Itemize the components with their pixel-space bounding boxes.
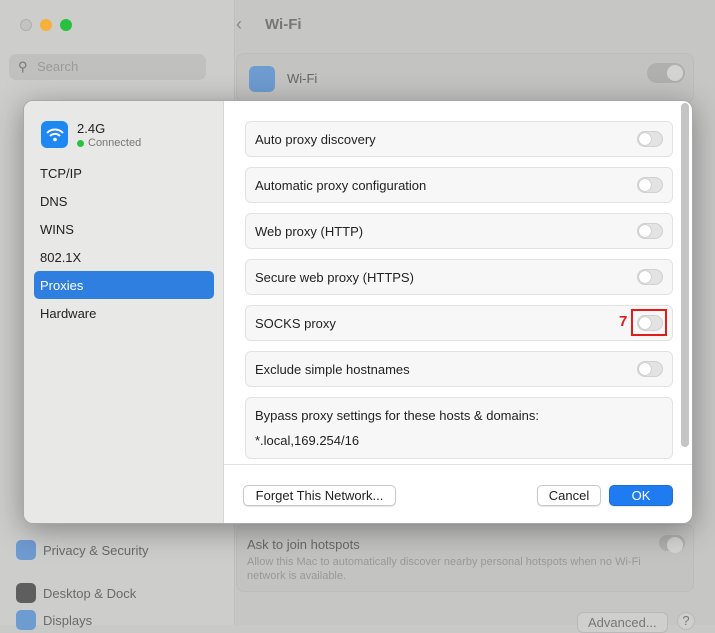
back-chevron-icon[interactable]: ‹ [236,14,242,35]
proxy-row-auto-discovery: Auto proxy discovery [245,121,673,157]
tab-dns[interactable]: DNS [34,187,214,215]
dialog-sidebar: 2.4G Connected TCP/IP DNS WINS 802.1X Pr… [24,101,224,523]
cancel-button[interactable]: Cancel [537,485,601,506]
tab-8021x[interactable]: 802.1X [34,243,214,271]
ok-button[interactable]: OK [609,485,673,506]
sidebar-item-label: Desktop & Dock [43,585,137,601]
network-details-dialog: 2.4G Connected TCP/IP DNS WINS 802.1X Pr… [23,100,693,524]
minimize-window-button[interactable] [40,19,52,31]
status-dot-icon [77,139,84,147]
wifi-icon [249,66,275,92]
footer-divider [224,464,692,465]
tab-tcpip[interactable]: TCP/IP [34,159,214,187]
scrollbar[interactable] [681,103,689,447]
proxy-row-socks: SOCKS proxy [245,305,673,341]
row-label: Exclude simple hostnames [255,362,410,377]
page-title: Wi-Fi [265,16,302,33]
hotspot-title: Ask to join hotspots [247,537,360,552]
status-text: Connected [88,137,142,149]
network-name: 2.4G [77,121,106,136]
row-label: Automatic proxy configuration [255,178,427,193]
annotation-number: 7 [619,313,628,330]
row-label: SOCKS proxy [255,316,336,331]
proxy-row-http: Web proxy (HTTP) [245,213,673,249]
wifi-card: Wi-Fi [236,53,694,103]
sidebar-item-privacy[interactable]: Privacy & Security [16,540,148,560]
exclude-simple-hostnames-toggle[interactable] [637,361,663,377]
proxy-row-auto-config: Automatic proxy configuration [245,167,673,203]
secure-web-proxy-toggle[interactable] [637,269,663,285]
hotspot-card: Ask to join hotspots Allow this Mac to a… [236,524,694,592]
annotation-box [631,309,667,336]
dock-icon [16,583,36,603]
wifi-toggle[interactable] [647,63,685,83]
network-status: Connected [77,137,141,149]
help-button[interactable]: ? [677,612,695,630]
sidebar-item-label: Displays [43,612,93,628]
search-placeholder: Search [37,59,79,74]
sidebar-item-desktop[interactable]: Desktop & Dock [16,583,136,603]
forget-network-button[interactable]: Forget This Network... [243,485,396,506]
zoom-window-button[interactable] [60,19,72,31]
proxy-row-exclude: Exclude simple hostnames [245,351,673,387]
bypass-input[interactable]: *.local,169.254/16 [255,433,663,448]
hotspot-toggle[interactable] [659,535,685,553]
row-label: Auto proxy discovery [255,132,376,147]
close-window-button[interactable] [20,19,32,31]
row-label: Web proxy (HTTP) [255,224,364,239]
hand-icon [16,540,36,560]
search-icon: ⚲ [18,59,28,74]
wifi-label: Wi-Fi [287,71,318,86]
hotspot-description: Allow this Mac to automatically discover… [247,556,641,582]
tab-hardware[interactable]: Hardware [34,299,214,327]
tab-wins[interactable]: WINS [34,215,214,243]
row-label: Secure web proxy (HTTPS) [255,270,414,285]
proxy-row-https: Secure web proxy (HTTPS) [245,259,673,295]
bypass-label: Bypass proxy settings for these hosts & … [255,408,539,423]
search-input[interactable]: ⚲ Search [9,54,206,80]
advanced-button[interactable]: Advanced... [577,612,668,633]
bypass-box: Bypass proxy settings for these hosts & … [245,397,673,459]
web-proxy-http-toggle[interactable] [637,223,663,239]
sidebar-item-displays[interactable]: Displays [16,610,92,630]
sidebar-item-label: Privacy & Security [43,542,149,558]
auto-proxy-discovery-toggle[interactable] [637,131,663,147]
wifi-icon [41,121,68,148]
display-icon [16,610,36,630]
automatic-proxy-configuration-toggle[interactable] [637,177,663,193]
tab-proxies[interactable]: Proxies [34,271,214,299]
